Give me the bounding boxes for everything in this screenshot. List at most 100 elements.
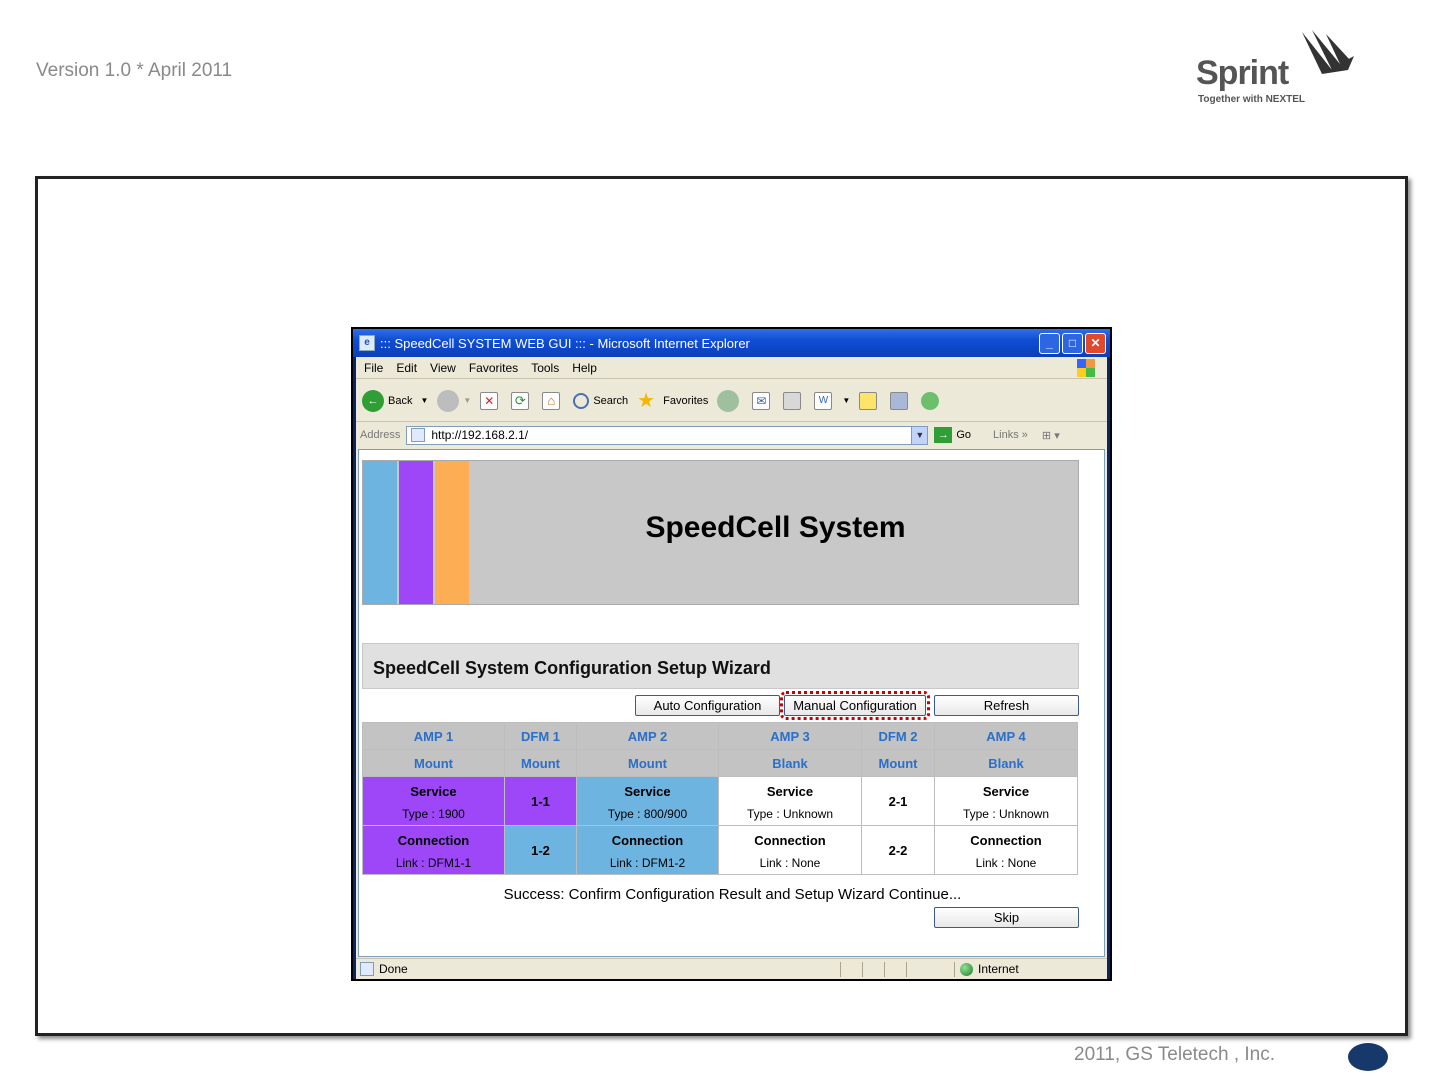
menu-bar: File Edit View Favorites Tools Help xyxy=(356,357,1107,379)
forward-button[interactable]: ▼ xyxy=(437,389,472,412)
amp4-type: Type : Unknown xyxy=(962,807,1050,821)
footer-copyright: 2011, GS Teletech , Inc. xyxy=(1074,1044,1276,1065)
banner-bar-orange xyxy=(435,461,469,604)
header-banner: SpeedCell System xyxy=(362,460,1079,605)
print-button[interactable] xyxy=(783,391,805,410)
window-titlebar[interactable]: e ::: SpeedCell SYSTEM WEB GUI ::: - Mic… xyxy=(353,329,1110,357)
standard-toolbar: ← Back ▼ ▼ ✕ ⟳ ⌂ Search ★ Favorites ✉ W … xyxy=(356,380,1107,422)
skip-button[interactable]: Skip xyxy=(934,907,1079,928)
status-divider xyxy=(906,962,907,977)
search-button[interactable]: Search xyxy=(573,392,628,409)
refresh-browser-button[interactable]: ⟳ xyxy=(511,391,533,410)
status-bar: Done Internet xyxy=(356,958,1107,979)
status-divider xyxy=(884,962,885,977)
status-divider xyxy=(862,962,863,977)
banner-bar-purple xyxy=(399,461,433,604)
favorites-button[interactable]: ★ Favorites xyxy=(637,390,708,412)
amp2-link: Link : DFM1-2 xyxy=(609,856,686,870)
banner-title: SpeedCell System xyxy=(645,511,906,544)
status-divider xyxy=(840,962,841,977)
state-dfm1: Mount xyxy=(504,749,577,777)
refresh-button[interactable]: Refresh xyxy=(934,695,1079,716)
stop-icon: ✕ xyxy=(480,391,499,410)
state-amp1: Mount xyxy=(362,749,505,777)
logo-wordmark: Sprint xyxy=(1196,54,1289,92)
favorites-label: Favorites xyxy=(663,394,709,407)
menu-view[interactable]: View xyxy=(430,361,456,375)
sprint-wing-icon xyxy=(1302,30,1354,74)
history-button[interactable] xyxy=(717,389,743,412)
address-value: http://192.168.2.1/ xyxy=(431,428,529,442)
address-input[interactable]: http://192.168.2.1/ ▼ xyxy=(406,425,929,445)
state-dfm2: Mount xyxy=(861,749,935,777)
menu-edit[interactable]: Edit xyxy=(396,361,417,375)
favorites-star-icon: ★ xyxy=(637,389,656,412)
amp4-service-cell: Service Type : Unknown xyxy=(934,776,1078,826)
dfm2-slot-a: 2-1 xyxy=(861,776,935,826)
globe-icon xyxy=(960,962,973,976)
state-amp3: Blank xyxy=(718,749,862,777)
page-done-icon xyxy=(360,962,374,976)
back-arrow-icon: ← xyxy=(362,389,384,412)
amp4-connection-label: Connection xyxy=(970,833,1042,848)
home-button[interactable]: ⌂ xyxy=(542,391,564,410)
menu-help[interactable]: Help xyxy=(572,361,597,375)
zone-text: Internet xyxy=(978,962,1019,976)
manual-configuration-button[interactable]: Manual Configuration xyxy=(780,691,930,720)
amp3-connection-cell: Connection Link : None xyxy=(718,825,862,875)
windows-flag-icon xyxy=(1077,359,1095,377)
auto-configuration-button[interactable]: Auto Configuration xyxy=(635,695,780,716)
page-icon xyxy=(411,428,426,442)
amp2-type: Type : 800/900 xyxy=(607,807,688,821)
browser-window: e ::: SpeedCell SYSTEM WEB GUI ::: - Mic… xyxy=(351,327,1112,981)
column-header-amp2: AMP 2 xyxy=(576,722,719,750)
stop-button[interactable]: ✕ xyxy=(480,391,502,410)
menu-favorites[interactable]: Favorites xyxy=(469,361,518,375)
search-icon xyxy=(573,392,590,409)
window-title: ::: SpeedCell SYSTEM WEB GUI ::: - Micro… xyxy=(380,335,750,351)
dfm1-slot-a: 1-1 xyxy=(504,776,577,826)
back-button[interactable]: ← Back ▼ xyxy=(362,389,428,412)
menu-tools[interactable]: Tools xyxy=(531,361,559,375)
amp1-connection-cell: Connection Link : DFM1-1 xyxy=(362,825,505,875)
go-button[interactable]: → Go xyxy=(934,427,971,443)
research-button[interactable] xyxy=(890,391,912,410)
dfm2-slot-b: 2-2 xyxy=(861,825,935,875)
state-amp4: Blank xyxy=(934,749,1078,777)
messenger-button[interactable] xyxy=(921,391,943,410)
column-header-dfm1: DFM 1 xyxy=(504,722,577,750)
menu-file[interactable]: File xyxy=(364,361,383,375)
status-text: Done xyxy=(379,962,408,976)
back-dropdown-icon[interactable]: ▼ xyxy=(420,396,428,405)
maximize-button[interactable]: □ xyxy=(1062,333,1083,354)
ie-page-icon: e xyxy=(359,335,375,351)
column-header-dfm2: DFM 2 xyxy=(861,722,935,750)
close-button[interactable]: ✕ xyxy=(1085,333,1106,354)
edit-dropdown-icon[interactable]: ▼ xyxy=(842,396,850,405)
back-label: Back xyxy=(388,394,413,407)
logo-tagline: Together with NEXTEL xyxy=(1198,94,1306,105)
column-header-amp3: AMP 3 xyxy=(718,722,862,750)
discuss-button[interactable] xyxy=(859,391,881,410)
browser-body: File Edit View Favorites Tools Help ← Ba… xyxy=(356,357,1107,979)
address-dropdown-icon[interactable]: ▼ xyxy=(911,426,928,444)
slide: Version 1.0 * April 2011 Sprint Together… xyxy=(0,0,1440,1080)
minimize-button[interactable]: _ xyxy=(1039,333,1060,354)
window-controls: _ □ ✕ xyxy=(1039,333,1106,354)
research-icon xyxy=(890,391,909,410)
word-edit-icon: W xyxy=(814,391,833,410)
security-zone[interactable]: Internet xyxy=(960,962,1019,976)
amp3-link: Link : None xyxy=(759,856,821,870)
go-label: Go xyxy=(956,429,972,441)
history-icon xyxy=(717,389,740,412)
amp3-connection-label: Connection xyxy=(754,833,826,848)
forward-arrow-icon xyxy=(437,389,460,412)
amp1-connection-label: Connection xyxy=(397,833,470,848)
amp4-service-label: Service xyxy=(982,784,1030,799)
forward-dropdown-icon: ▼ xyxy=(463,396,472,405)
translate-icon[interactable]: ⊞ ▾ xyxy=(1042,429,1060,442)
mail-button[interactable]: ✉ xyxy=(752,391,774,410)
edit-button[interactable]: W ▼ xyxy=(814,391,850,410)
links-button[interactable]: Links » xyxy=(993,429,1028,441)
address-bar: Address http://192.168.2.1/ ▼ → Go Links… xyxy=(356,423,1107,447)
